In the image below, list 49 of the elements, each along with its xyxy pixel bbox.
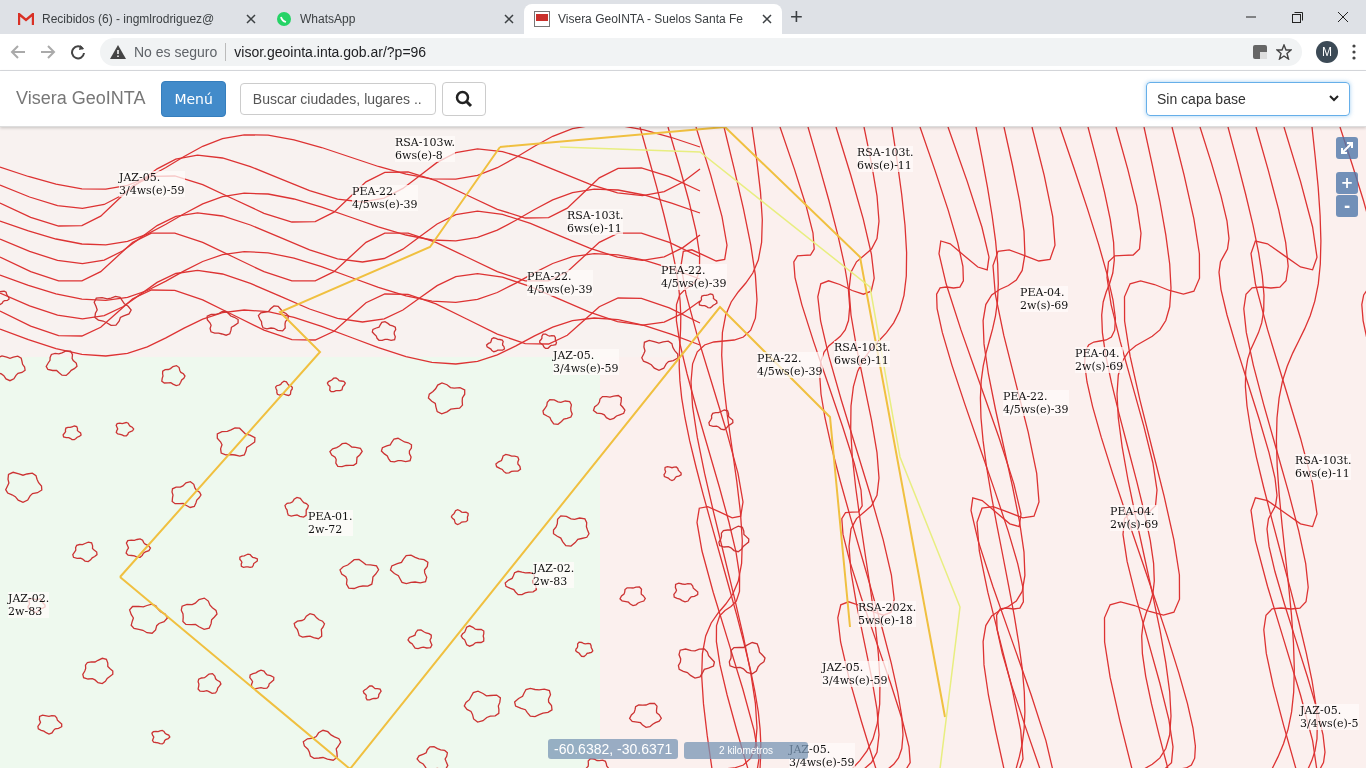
mail-icon xyxy=(18,13,34,25)
base-layer-dropdown[interactable]: Sin capa base xyxy=(1146,81,1350,116)
soil-unit-label: RSA-103w. 6ws(e)-8 xyxy=(395,136,456,162)
soil-unit-label: PEA-22. 4/5ws(e)-39 xyxy=(661,264,727,290)
expand-arrows-icon xyxy=(1341,142,1353,154)
browser-tab[interactable]: Visera GeoINTA - Suelos Santa Fe xyxy=(524,4,782,34)
soil-unit-label: PEA-22. 4/5ws(e)-39 xyxy=(1003,390,1069,416)
soil-unit-label: PEA-22. 4/5ws(e)-39 xyxy=(352,185,418,211)
address-bar[interactable]: No es seguro visor.geointa.inta.gob.ar/?p=96 xyxy=(100,38,1302,66)
soil-unit-label: PEA-04. 2w(s)-69 xyxy=(1075,347,1124,373)
site-logo-icon xyxy=(534,11,550,27)
soil-unit-label: JAZ-05. 3/4ws(e)-59 xyxy=(119,171,185,197)
search-icon xyxy=(454,89,473,108)
menu-button[interactable]: Menú xyxy=(161,80,226,117)
soil-unit-label: PEA-22. 4/5ws(e)-39 xyxy=(527,270,593,296)
close-icon[interactable] xyxy=(246,14,256,24)
security-label: No es seguro xyxy=(134,44,218,60)
soil-unit-label: JAZ-05. 3/4ws(e)-59 xyxy=(822,661,888,687)
more-options-icon[interactable] xyxy=(1352,44,1356,60)
search-field[interactable]: Buscar ciudades, lugares ... xyxy=(239,82,436,115)
soil-unit-label: RSA-103t. 6ws(e)-11 xyxy=(1295,454,1352,480)
search-button[interactable] xyxy=(441,81,486,116)
chevron-down-icon xyxy=(1329,95,1339,102)
soil-unit-label: PEA-01. 2w-72 xyxy=(308,510,353,536)
new-tab-button[interactable]: + xyxy=(790,4,803,30)
soil-unit-label: JAZ-05. 3/4ws(e)-5 xyxy=(1300,704,1359,730)
fullscreen-button[interactable] xyxy=(1336,137,1358,159)
soil-unit-label: JAZ-02. 2w-83 xyxy=(533,562,575,588)
soil-unit-label: JAZ-05. 3/4ws(e)-59 xyxy=(553,349,619,375)
soil-unit-label: RSA-202x. 5ws(e)-18 xyxy=(858,601,917,627)
soil-unit-label: JAZ-02. 2w-83 xyxy=(8,592,50,618)
profile-avatar[interactable]: M xyxy=(1316,41,1338,63)
app-title: Visera GeoINTA xyxy=(16,88,146,109)
soil-unit-label: PEA-04. 2w(s)-69 xyxy=(1110,505,1159,531)
soil-unit-label: RSA-103t. 6ws(e)-11 xyxy=(857,146,914,172)
close-icon[interactable] xyxy=(762,14,772,24)
browser-tab[interactable]: WhatsApp xyxy=(266,4,524,34)
browser-tab[interactable]: Recibidos (6) - ingmlrodriguez@ xyxy=(8,4,266,34)
soil-unit-label: RSA-103t. 6ws(e)-11 xyxy=(567,209,624,235)
coordinates-readout: -60.6382, -30.6371 xyxy=(548,739,679,759)
chat-bubble-icon xyxy=(276,11,292,27)
url-text: visor.geointa.inta.gob.ar/?p=96 xyxy=(234,44,427,60)
warning-icon xyxy=(110,45,126,59)
soil-unit-label: PEA-22. 4/5ws(e)-39 xyxy=(757,352,823,378)
star-icon[interactable] xyxy=(1276,44,1292,60)
soil-unit-label: PEA-04. 2w(s)-69 xyxy=(1020,286,1069,312)
soil-unit-label: RSA-103t. 6ws(e)-11 xyxy=(834,341,891,367)
reload-icon[interactable] xyxy=(70,44,86,60)
close-icon[interactable] xyxy=(504,14,514,24)
